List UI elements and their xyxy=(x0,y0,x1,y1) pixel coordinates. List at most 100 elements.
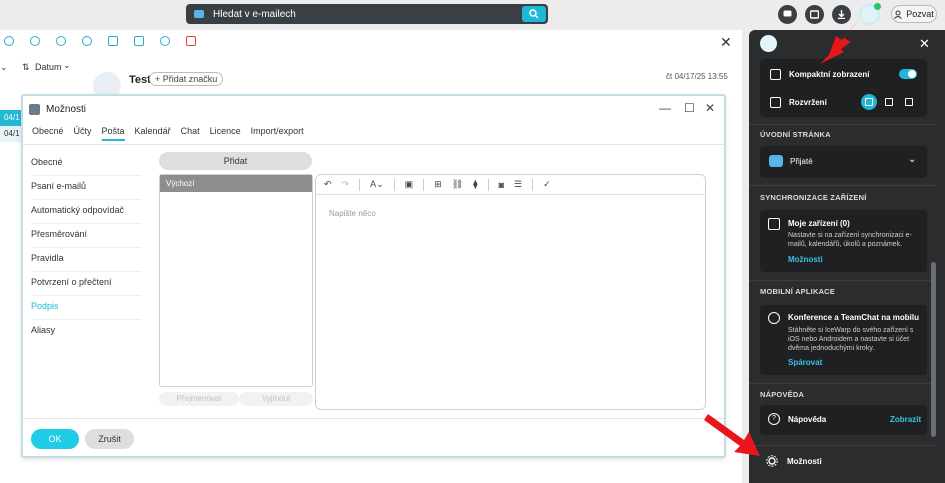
close-panel-icon[interactable]: ✕ xyxy=(919,36,930,52)
minimize-icon[interactable]: — xyxy=(659,101,671,115)
image-icon[interactable]: ▣ xyxy=(405,179,414,190)
panel-scrollbar[interactable] xyxy=(931,262,936,437)
delete-icon[interactable] xyxy=(186,36,196,46)
dropbox-icon[interactable]: ⧫ xyxy=(473,179,477,190)
flag-icon[interactable] xyxy=(108,36,118,46)
dialog-title-bar: Možnosti xyxy=(29,102,86,116)
close-dialog-icon[interactable]: ✕ xyxy=(705,101,715,115)
annotation-arrow-top xyxy=(820,16,862,64)
editor-placeholder: Napište něco xyxy=(329,209,376,218)
more-icon[interactable] xyxy=(160,36,170,46)
nav-item-autoresponder[interactable]: Automatický odpovídač xyxy=(31,200,141,224)
redo-icon[interactable]: ↷ xyxy=(342,179,350,190)
search-input[interactable]: Hledat v e-mailech xyxy=(213,9,296,20)
mail-toolbar xyxy=(0,30,742,52)
layout-list-option[interactable] xyxy=(901,94,917,110)
divider xyxy=(749,445,937,446)
help-icon: ? xyxy=(768,413,780,425)
add-tag-button[interactable]: + Přidat značku xyxy=(149,72,224,86)
nav-item-signature[interactable]: Podpis xyxy=(31,296,141,320)
spellcheck-icon[interactable]: ✓ xyxy=(543,179,551,190)
tab-import-export[interactable]: Import/export xyxy=(251,126,304,141)
ok-button[interactable]: OK xyxy=(31,429,79,449)
teamchat-icon xyxy=(768,312,780,324)
divider xyxy=(423,178,425,191)
divider xyxy=(749,185,937,186)
mail-settings-nav: Obecné Psaní e-mailů Automatický odpovíd… xyxy=(31,152,141,344)
help-card: ? Nápověda Zobrazit xyxy=(760,405,927,435)
editor-toolbar: ↶ ↷ A⌄ ▣ ⊞ ⛓ ⧫ ◙ ☰ ✓ xyxy=(316,175,705,195)
nav-item-read-receipt[interactable]: Potvrzení o přečtení xyxy=(31,272,141,296)
undo-icon[interactable]: ↶ xyxy=(324,179,332,190)
mail-subject: Test xyxy=(129,74,151,86)
mobile-card: Konference a TeamChat na mobilu Stáhněte… xyxy=(760,305,927,375)
nav-item-compose[interactable]: Psaní e-mailů xyxy=(31,176,141,200)
chat-icon xyxy=(783,10,792,17)
print-icon[interactable] xyxy=(134,36,144,46)
list-item[interactable]: Výchozí xyxy=(160,175,312,192)
add-signature-button[interactable]: Přidat xyxy=(159,152,312,170)
cut-button[interactable]: Vyjmout xyxy=(239,392,313,406)
invite-button[interactable]: Pozvat xyxy=(891,5,937,23)
sort-chevron-icon: ⌄ xyxy=(63,60,71,70)
dialog-title: Možnosti xyxy=(46,103,87,115)
inbox-icon xyxy=(769,155,783,167)
sync-header: SYNCHRONIZACE ZAŘÍZENÍ xyxy=(760,193,867,202)
annotation-arrow-bottom xyxy=(704,414,760,456)
layout-horizontal-option[interactable] xyxy=(881,94,897,110)
tab-mail[interactable]: Pošta xyxy=(101,126,125,141)
sync-options-link[interactable]: Možnosti xyxy=(788,255,823,264)
home-page-select[interactable]: Přijaté ⌄ xyxy=(760,146,927,178)
signature-editor[interactable]: ↶ ↷ A⌄ ▣ ⊞ ⛓ ⧫ ◙ ☰ ✓ Napište něco xyxy=(315,174,706,410)
layout-row: Rozvržení xyxy=(760,88,927,116)
cancel-button[interactable]: Zrušit xyxy=(85,429,134,449)
forward-icon[interactable] xyxy=(56,36,66,46)
divider xyxy=(23,418,724,419)
reply-icon[interactable] xyxy=(4,36,14,46)
tab-general[interactable]: Obecné xyxy=(32,126,64,141)
settings-label: Možnosti xyxy=(787,456,822,466)
tab-license[interactable]: Licence xyxy=(210,126,241,141)
list-item[interactable]: 04/1 xyxy=(0,126,22,142)
link-icon[interactable]: ⛓ xyxy=(452,179,463,190)
layout-vertical-option[interactable] xyxy=(861,94,877,110)
app-icon xyxy=(29,103,40,115)
home-page-value: Přijaté xyxy=(790,157,813,166)
chat-button[interactable] xyxy=(778,5,797,24)
divider xyxy=(532,178,534,191)
close-mail-icon[interactable]: ✕ xyxy=(720,34,732,51)
help-label: Nápověda xyxy=(788,415,827,424)
nav-item-aliases[interactable]: Aliasy xyxy=(31,320,141,344)
mail-date: čt 04/17/25 13:55 xyxy=(666,72,728,81)
pair-link[interactable]: Spárovat xyxy=(788,358,822,367)
search-icon xyxy=(529,9,539,19)
text-format-icon[interactable]: A⌄ xyxy=(370,179,384,190)
rename-button[interactable]: Přejmenovat xyxy=(159,392,239,406)
mobile-text: Stáhněte si IceWarp do svého zařízení s … xyxy=(788,327,914,352)
gear-icon xyxy=(766,455,778,467)
tab-accounts[interactable]: Účty xyxy=(74,126,92,141)
help-show-link[interactable]: Zobrazit xyxy=(890,415,921,424)
tab-chat[interactable]: Chat xyxy=(181,126,200,141)
sort-icon: ⇅ xyxy=(22,62,30,72)
tab-calendar[interactable]: Kalendář xyxy=(135,126,171,141)
nav-item-forwarding[interactable]: Přesměrování xyxy=(31,224,141,248)
settings-button[interactable]: Možnosti xyxy=(749,450,945,472)
compact-view-toggle[interactable] xyxy=(899,69,917,79)
reply-all-icon[interactable] xyxy=(30,36,40,46)
dialog-tabs: Obecné Účty Pošta Kalendář Chat Licence … xyxy=(32,126,314,141)
search-button[interactable] xyxy=(522,6,546,22)
sort-row[interactable]: ⌄ ⇅ Datum ⌄ xyxy=(0,60,80,76)
panel-avatar xyxy=(760,35,777,52)
compact-view-icon xyxy=(770,68,781,80)
nav-item-general[interactable]: Obecné xyxy=(31,152,141,176)
top-bar: Hledat v e-mailech Pozvat xyxy=(0,0,945,28)
maximize-icon[interactable]: ☐ xyxy=(684,101,695,115)
camera-icon[interactable]: ◙ xyxy=(499,180,504,190)
nav-item-rules[interactable]: Pravidla xyxy=(31,248,141,272)
snooze-icon[interactable] xyxy=(82,36,92,46)
list-item[interactable]: 04/1 xyxy=(0,110,22,126)
search-bar[interactable]: Hledat v e-mailech xyxy=(186,4,548,24)
paragraph-icon[interactable]: ☰ xyxy=(514,179,522,190)
table-icon[interactable]: ⊞ xyxy=(434,179,442,190)
